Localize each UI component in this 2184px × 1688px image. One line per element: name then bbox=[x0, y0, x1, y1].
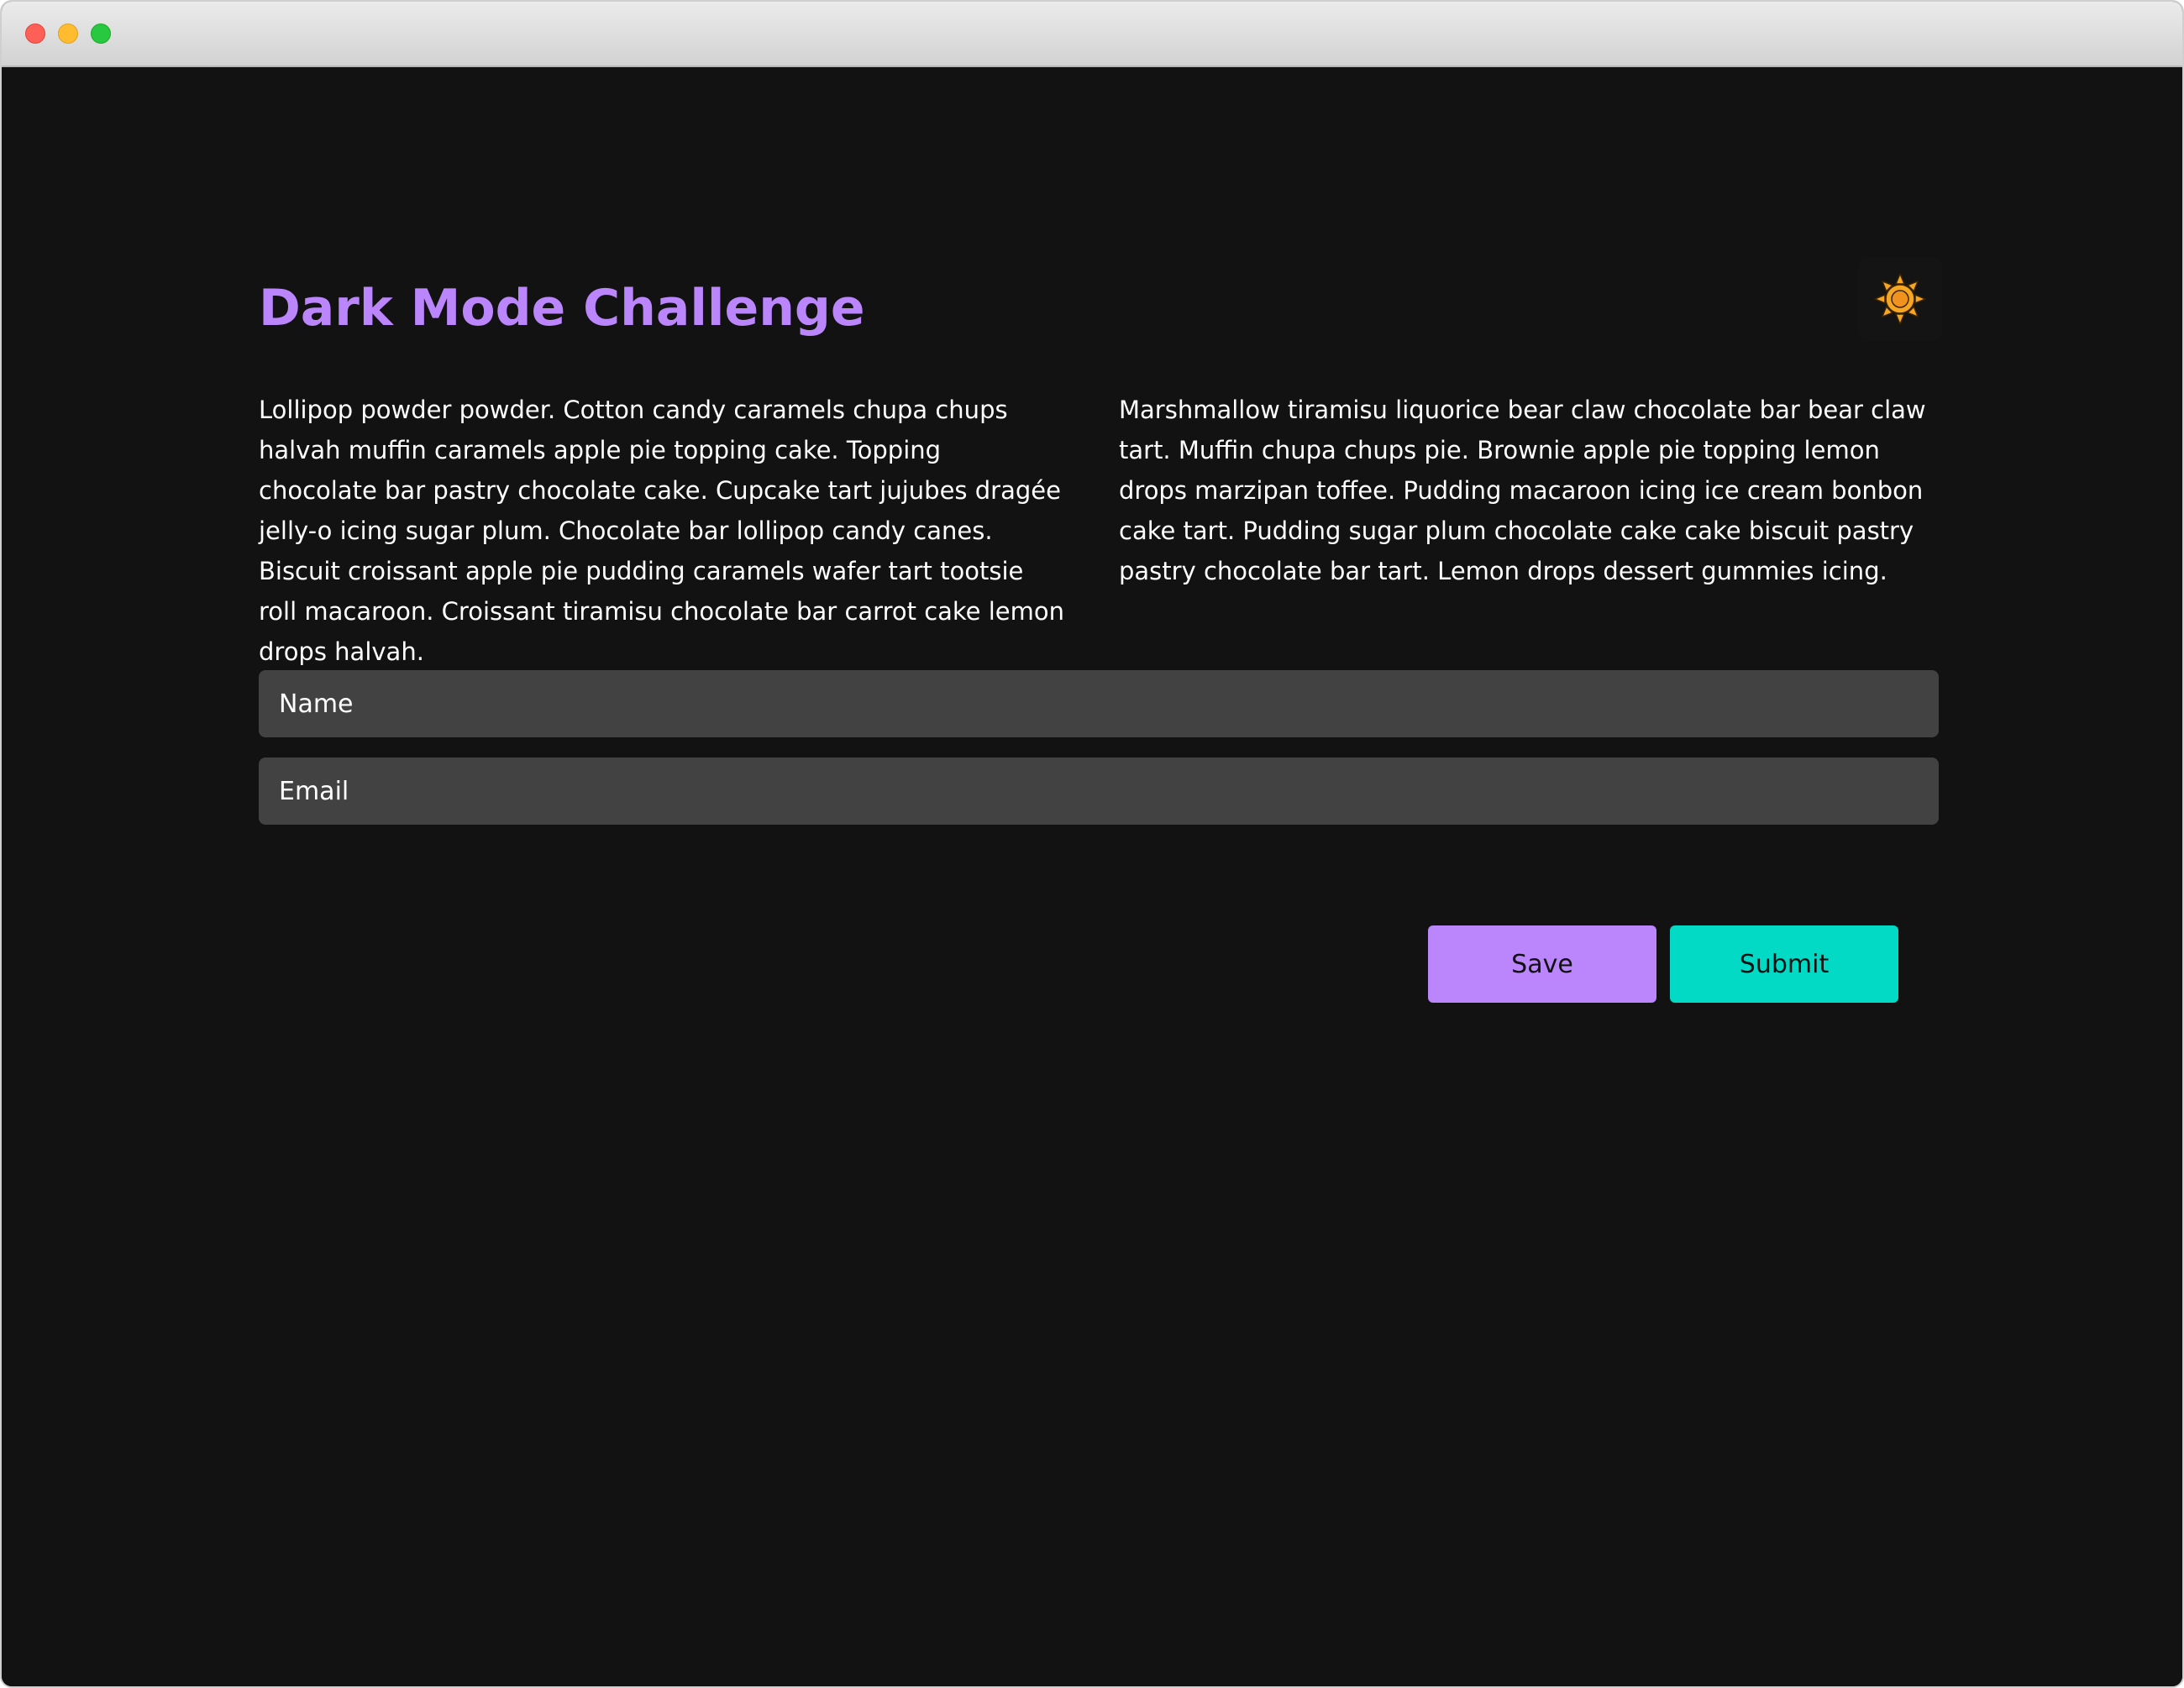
page-content: Dark Mode Challenge Lollipop powder powd… bbox=[2, 69, 2182, 1686]
submit-button[interactable]: Submit bbox=[1670, 925, 1898, 1003]
zoom-window-button[interactable] bbox=[91, 24, 111, 44]
browser-window: Dark Mode Challenge Lollipop powder powd… bbox=[0, 0, 2184, 1688]
sun-icon bbox=[1874, 273, 1926, 325]
name-field[interactable] bbox=[259, 670, 1939, 737]
email-field[interactable] bbox=[259, 758, 1939, 825]
page-title: Dark Mode Challenge bbox=[259, 279, 865, 338]
theme-toggle-button[interactable] bbox=[1858, 257, 1942, 341]
window-titlebar bbox=[2, 2, 2182, 67]
save-button[interactable]: Save bbox=[1428, 925, 1656, 1003]
minimize-window-button[interactable] bbox=[58, 24, 78, 44]
intro-paragraph-right: Marshmallow tiramisu liquorice bear claw… bbox=[1119, 396, 1926, 585]
close-window-button[interactable] bbox=[25, 24, 45, 44]
intro-paragraph-left: Lollipop powder powder. Cotton candy car… bbox=[259, 396, 1064, 666]
